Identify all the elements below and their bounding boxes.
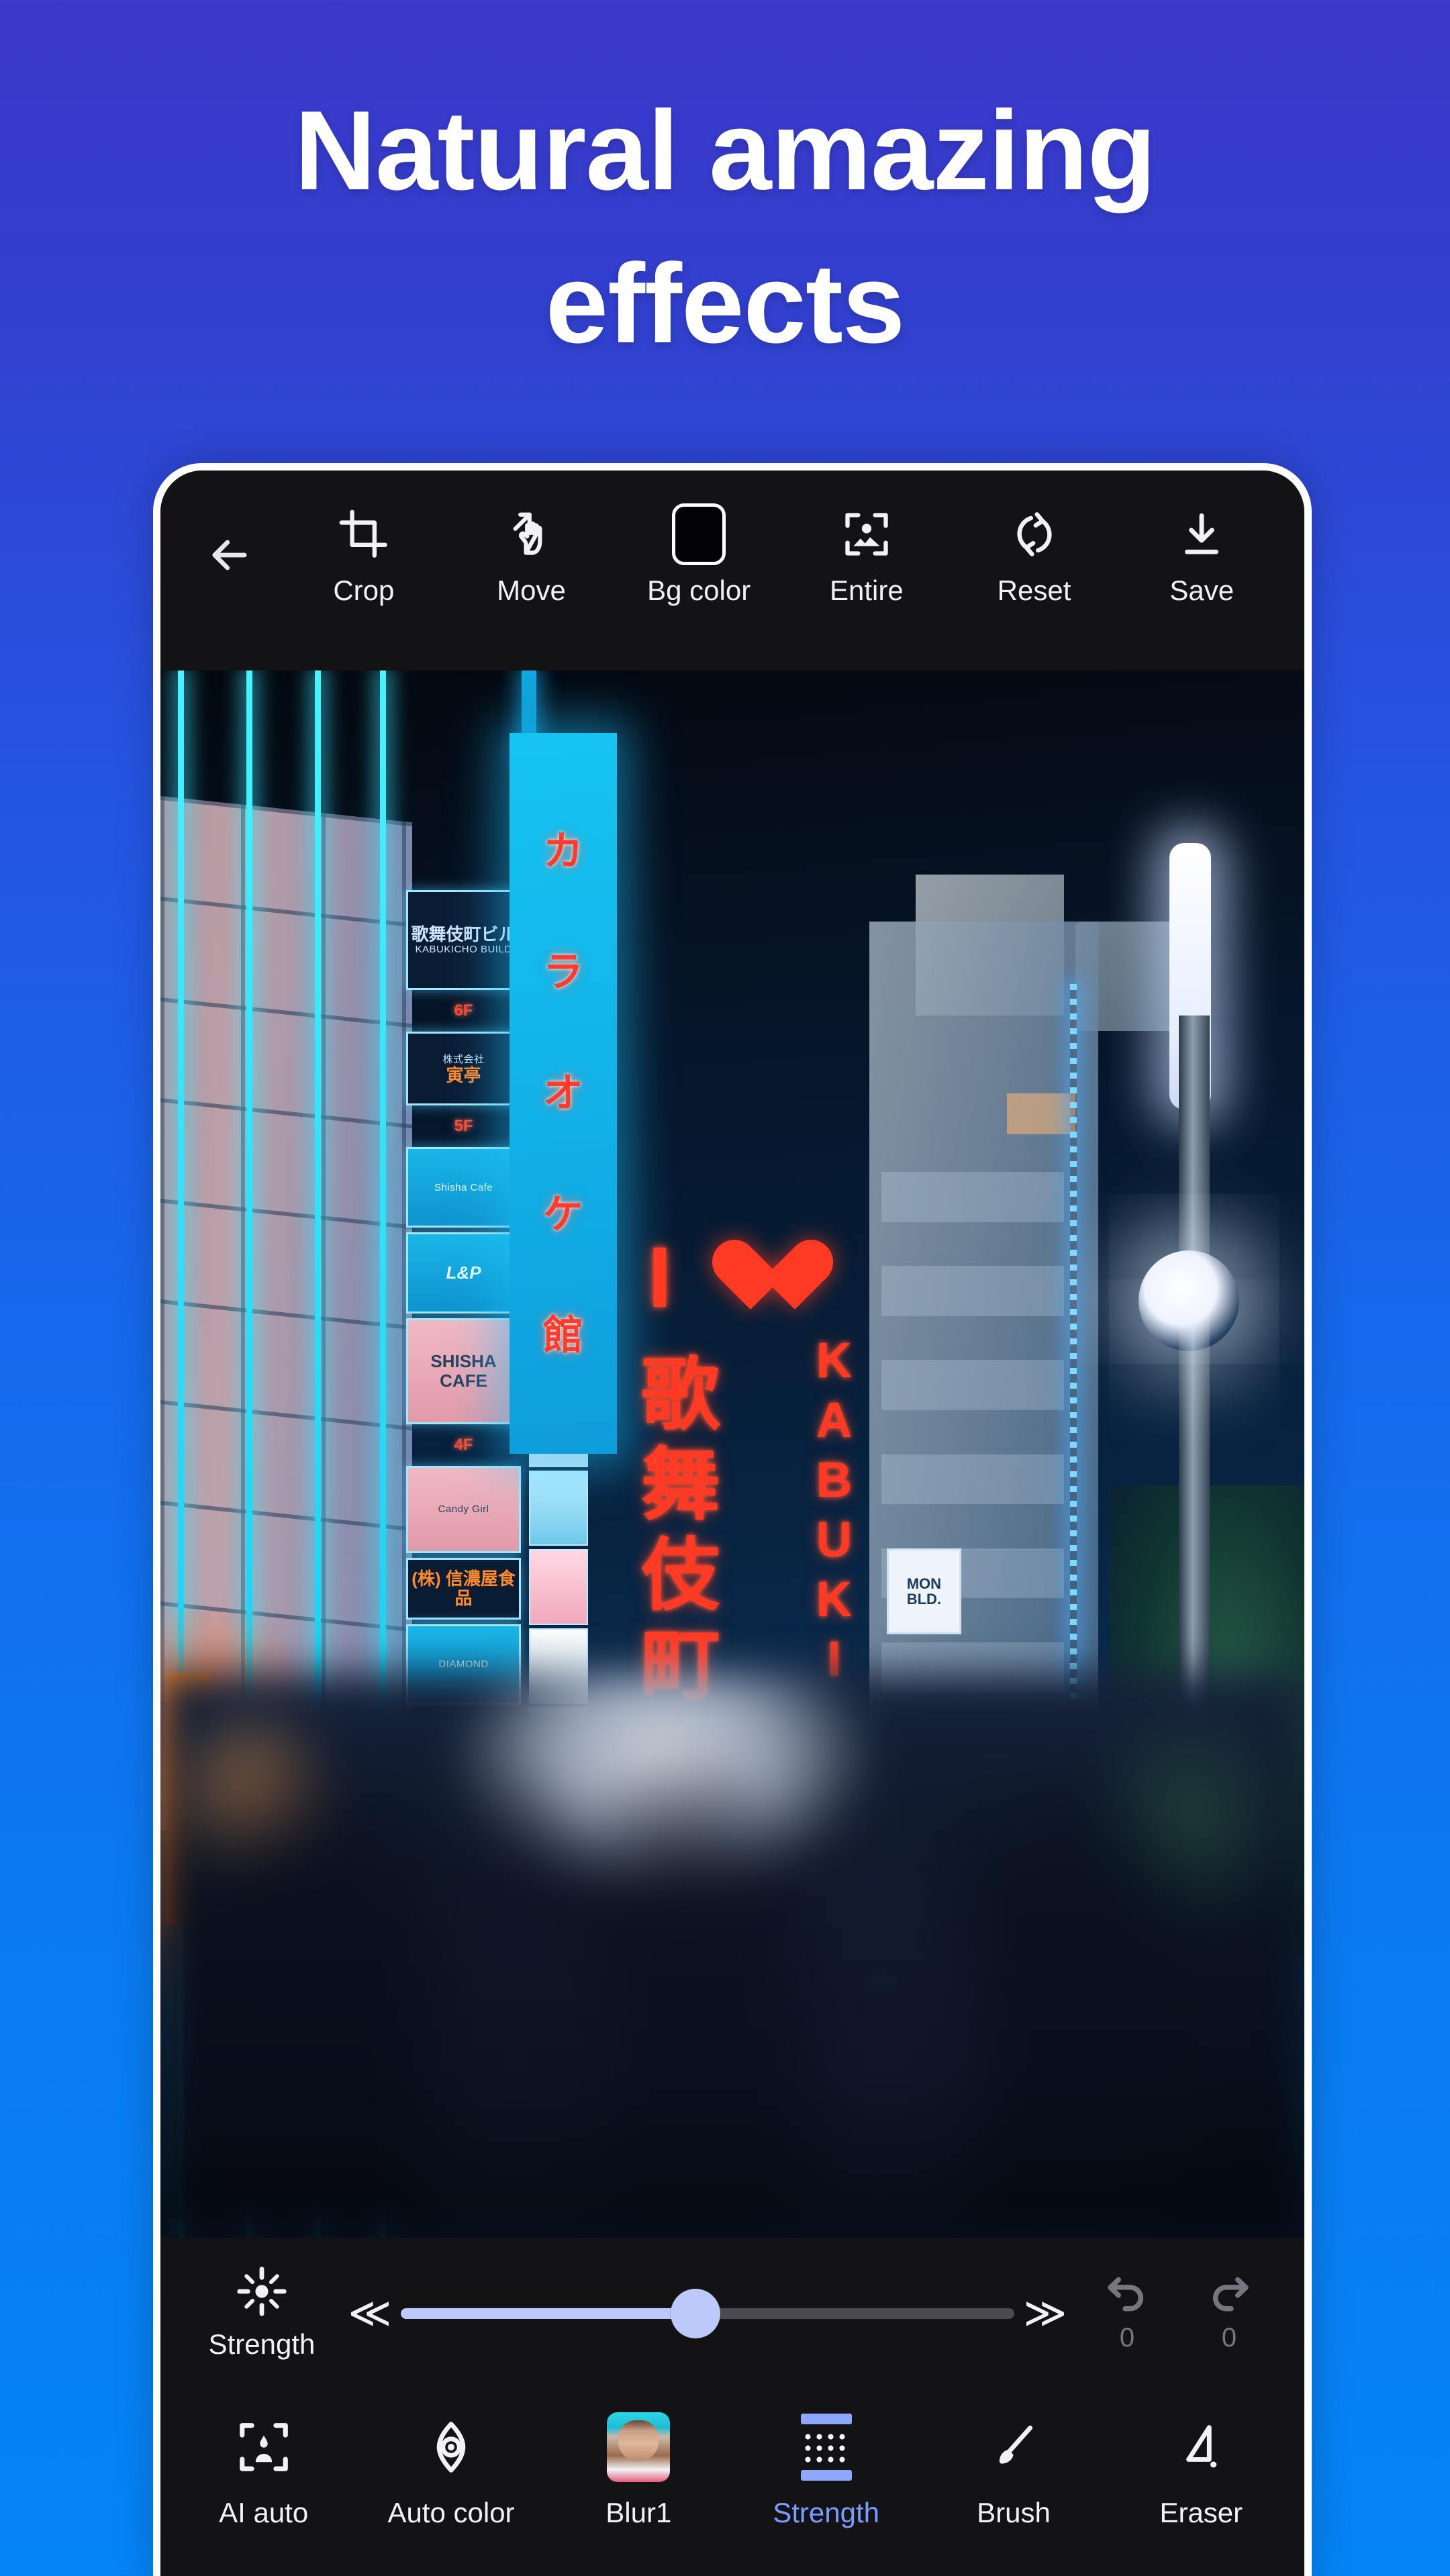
strength-control-bar: Strength ≪ ≫ 0 0	[160, 2238, 1304, 2389]
headline-line-2: effects	[545, 240, 906, 367]
phone-mockup-frame: Crop Move Bg color Entire Reset Save 歌舞伎…	[153, 463, 1312, 2576]
ai-auto-person-icon	[235, 2412, 293, 2482]
toolbar-item-save[interactable]: Save	[1118, 505, 1286, 605]
page-title: Natural amazing effects	[0, 74, 1450, 381]
brightness-strength-icon	[237, 2267, 287, 2316]
redo-icon	[1206, 2275, 1253, 2314]
redo-count: 0	[1221, 2322, 1237, 2352]
back-button[interactable]	[179, 505, 280, 581]
slider-thumb[interactable]	[670, 2289, 720, 2338]
toolbar-item-reset[interactable]: Reset	[951, 505, 1118, 605]
crop-icon	[338, 505, 389, 563]
strength-slider[interactable]	[401, 2285, 1014, 2342]
toolbar-item-entire[interactable]: Entire	[783, 505, 951, 605]
save-download-icon	[1177, 505, 1226, 563]
toolbar-item-move[interactable]: Move	[448, 505, 616, 605]
nav-item-brush[interactable]: Brush	[920, 2412, 1107, 2529]
brush-icon	[986, 2412, 1041, 2482]
photo-vignette	[160, 1673, 1304, 2238]
toolbar-label-reset: Reset	[997, 575, 1071, 606]
auto-color-target-icon	[422, 2412, 480, 2482]
blur1-thumbnail-icon	[607, 2412, 671, 2482]
eraser-icon	[1173, 2412, 1228, 2482]
entire-image-icon	[841, 505, 892, 563]
nav-item-ai-auto[interactable]: AI auto	[170, 2412, 357, 2529]
nav-item-blur1[interactable]: Blur1	[545, 2412, 732, 2529]
toolbar-label-crop: Crop	[333, 575, 395, 606]
nav-item-auto-color[interactable]: Auto color	[357, 2412, 544, 2529]
toolbar-label-move: Move	[497, 575, 566, 606]
toolbar-item-crop[interactable]: Crop	[280, 505, 448, 605]
move-hand-icon	[505, 505, 558, 563]
toolbar-label-save: Save	[1169, 575, 1235, 606]
slider-track-fill	[401, 2308, 695, 2319]
photo-canvas[interactable]: 歌舞伎町ビル KABUKICHO BUILD 6F 株式会社 寅亭 5F Shi…	[160, 671, 1304, 2238]
nav-item-eraser[interactable]: Eraser	[1108, 2412, 1295, 2529]
nav-label-ai-auto: AI auto	[219, 2497, 309, 2528]
toolbar-label-bg-color: Bg color	[647, 575, 751, 606]
bg-color-swatch-icon	[672, 503, 726, 565]
redo-button[interactable]: 0	[1178, 2275, 1280, 2353]
nav-label-brush: Brush	[977, 2497, 1051, 2528]
phone-screen: Crop Move Bg color Entire Reset Save 歌舞伎…	[160, 470, 1304, 2576]
back-arrow-icon	[204, 530, 255, 581]
toolbar-label-entire: Entire	[829, 575, 904, 606]
undo-button[interactable]: 0	[1076, 2275, 1178, 2353]
reset-refresh-icon	[1010, 505, 1059, 563]
double-chevron-right-icon[interactable]: ≫	[1014, 2293, 1076, 2334]
headline-line-1: Natural amazing	[294, 87, 1157, 213]
undo-count: 0	[1119, 2322, 1135, 2352]
nav-label-strength: Strength	[773, 2497, 880, 2528]
double-chevron-left-icon[interactable]: ≪	[339, 2293, 401, 2334]
nav-label-blur1: Blur1	[606, 2497, 672, 2528]
nav-label-auto-color: Auto color	[387, 2497, 515, 2528]
strength-bar-label: Strength	[208, 2328, 316, 2360]
nav-item-strength[interactable]: Strength	[732, 2412, 920, 2529]
nav-label-eraser: Eraser	[1159, 2497, 1243, 2528]
bottom-tool-nav: AI auto Auto color Blur1 Strength Brush …	[160, 2389, 1304, 2576]
editor-toolbar: Crop Move Bg color Entire Reset Save	[160, 470, 1304, 671]
toolbar-item-bg-color[interactable]: Bg color	[615, 503, 783, 606]
strength-sliders-icon	[798, 2412, 855, 2482]
strength-tool-button[interactable]: Strength	[185, 2267, 339, 2361]
undo-icon	[1104, 2275, 1151, 2314]
